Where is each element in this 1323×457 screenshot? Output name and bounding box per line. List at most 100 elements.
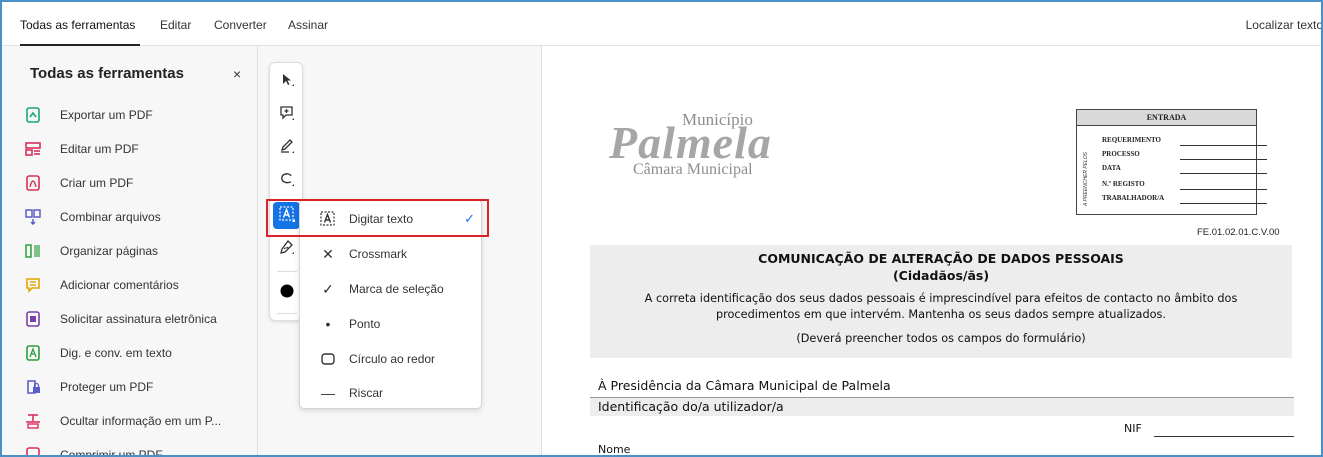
entrada-line xyxy=(1180,159,1267,160)
tool-organize-pages[interactable]: Organizar páginas xyxy=(24,237,254,265)
tool-create-pdf[interactable]: Criar um PDF xyxy=(24,169,254,197)
menu-item-strike[interactable]: — Riscar xyxy=(300,376,483,410)
section-bar: Identificação do/a utilizador/a xyxy=(590,397,1294,416)
entrada-row: TRABALHADOR/A xyxy=(1102,194,1165,202)
pen-icon xyxy=(279,138,295,157)
tool-redact[interactable]: Ocultar informação em um P... xyxy=(24,407,254,435)
cursor-icon xyxy=(279,72,295,91)
tab-sign[interactable]: Assinar xyxy=(288,18,328,32)
strike-icon: — xyxy=(321,385,335,401)
tool-label: Exportar um PDF xyxy=(60,108,153,122)
entrada-line xyxy=(1180,203,1267,204)
form-header-block: COMUNICAÇÃO DE ALTERAÇÃO DE DADOS PESSOA… xyxy=(590,245,1292,358)
tool-label: Dig. e conv. em texto xyxy=(60,346,172,360)
addressee: À Presidência da Câmara Municipal de Pal… xyxy=(598,378,891,393)
highlight-tool-button[interactable] xyxy=(273,134,300,161)
close-panel-button[interactable]: × xyxy=(233,66,241,82)
signature-pen-icon xyxy=(279,239,295,258)
text-options-menu: Digitar texto ✓ ✕ Crossmark ✓ Marca de s… xyxy=(299,199,482,409)
name-label: Nome xyxy=(598,443,631,456)
entrada-line xyxy=(1180,173,1267,174)
form-code: FE.01.02.01.C.V.00 xyxy=(1197,227,1280,238)
menu-item-dot[interactable]: • Ponto xyxy=(300,307,483,341)
menu-item-crossmark[interactable]: ✕ Crossmark xyxy=(300,237,483,271)
form-subtitle: (Cidadãos/ãs) xyxy=(892,268,990,283)
tool-protect-pdf[interactable]: Proteger um PDF xyxy=(24,373,254,401)
tab-edit[interactable]: Editar xyxy=(160,18,191,32)
menu-item-label: Marca de seleção xyxy=(349,282,444,296)
circle-icon xyxy=(317,353,339,365)
menu-item-label: Digitar texto xyxy=(349,212,414,226)
entrada-row: PROCESSO xyxy=(1102,150,1140,158)
entrada-row: REQUERIMENTO xyxy=(1102,136,1161,144)
entrada-box: ENTRADA A PREENCHER PELOS REQUERIMENTO P… xyxy=(1076,109,1267,215)
top-tab-bar: Todas as ferramentas Editar Converter As… xyxy=(2,2,1321,46)
add-comment-tool-button[interactable] xyxy=(273,101,300,128)
nif-field[interactable] xyxy=(1154,436,1294,437)
panel-title: Todas as ferramentas xyxy=(30,65,184,82)
menu-item-label: Crossmark xyxy=(349,247,408,261)
all-tools-panel: Todas as ferramentas × Exportar um PDF E… xyxy=(2,46,258,455)
menu-item-type-text[interactable]: Digitar texto ✓ xyxy=(300,202,483,236)
export-pdf-icon xyxy=(24,106,42,124)
tool-label: Combinar arquivos xyxy=(60,210,161,224)
combine-files-icon xyxy=(24,208,42,226)
menu-item-label: Riscar xyxy=(349,386,384,400)
tool-label: Solicitar assinatura eletrônica xyxy=(60,312,217,326)
entrada-row: N.º REGISTO xyxy=(1102,180,1145,188)
select-tool-button[interactable] xyxy=(273,68,300,95)
menu-item-circle[interactable]: Círculo ao redor xyxy=(300,342,483,376)
organize-pages-icon xyxy=(24,242,42,260)
freehand-icon xyxy=(279,171,295,190)
tool-combine-files[interactable]: Combinar arquivos xyxy=(24,203,254,231)
dot-icon: • xyxy=(325,316,331,332)
menu-item-label: Círculo ao redor xyxy=(349,352,436,366)
draw-tool-button[interactable] xyxy=(273,167,300,194)
tool-request-signature[interactable]: Solicitar assinatura eletrônica xyxy=(24,305,254,333)
text-box-icon xyxy=(278,205,296,226)
text-box-icon xyxy=(317,210,339,228)
sign-tool-button[interactable] xyxy=(273,235,300,262)
redact-icon xyxy=(24,412,42,430)
tool-add-comment[interactable]: Adicionar comentários xyxy=(24,271,254,299)
scan-ocr-icon xyxy=(24,344,42,362)
tool-compress-pdf[interactable]: Comprimir um PDF xyxy=(24,441,254,455)
tool-edit-pdf[interactable]: Editar um PDF xyxy=(24,135,254,163)
tool-export-pdf[interactable]: Exportar um PDF xyxy=(24,101,254,129)
add-comment-icon xyxy=(24,276,42,294)
logo-camara: Câmara Municipal xyxy=(633,161,753,178)
form-intro-line-2: procedimentos em que intervém. Mantenha … xyxy=(715,308,1167,321)
color-picker-button[interactable] xyxy=(273,279,300,306)
entrada-line xyxy=(1180,189,1267,190)
document-viewer[interactable]: Município Palmela Câmara Municipal ENTRA… xyxy=(542,46,1321,456)
tool-label: Organizar páginas xyxy=(60,244,159,258)
entrada-line xyxy=(1180,145,1267,146)
tool-scan-ocr[interactable]: Dig. e conv. em texto xyxy=(24,339,254,367)
compress-pdf-icon xyxy=(24,446,42,455)
tab-convert[interactable]: Converter xyxy=(214,18,267,32)
request-signature-icon xyxy=(24,310,42,328)
entrada-row: DATA xyxy=(1102,164,1121,172)
protect-pdf-icon xyxy=(24,378,42,396)
form-intro-line-1: A correta identificação dos seus dados p… xyxy=(644,292,1238,305)
cross-icon: ✕ xyxy=(322,245,334,262)
tool-label: Adicionar comentários xyxy=(60,278,179,292)
toolbar-divider xyxy=(277,271,297,272)
tool-label: Proteger um PDF xyxy=(60,380,154,394)
form-title: COMUNICAÇÃO DE ALTERAÇÃO DE DADOS PESSOA… xyxy=(758,251,1124,266)
entrada-side-label: A PREENCHER PELOS xyxy=(1083,152,1089,206)
nif-label: NIF xyxy=(1124,422,1142,435)
menu-item-label: Ponto xyxy=(349,317,381,331)
menu-item-checkmark[interactable]: ✓ Marca de seleção xyxy=(300,272,483,306)
tool-label: Editar um PDF xyxy=(60,142,139,156)
form-instruction: (Deverá preencher todos os campos do for… xyxy=(796,332,1086,345)
comment-plus-icon xyxy=(279,105,295,124)
tool-label: Ocultar informação em um P... xyxy=(60,414,222,428)
tool-label: Criar um PDF xyxy=(60,176,134,190)
fill-sign-toolbar xyxy=(269,62,303,321)
find-text-button[interactable]: Localizar texto xyxy=(1246,18,1321,32)
color-swatch-icon xyxy=(279,283,295,302)
add-text-tool-button[interactable] xyxy=(273,202,300,229)
tab-all-tools[interactable]: Todas as ferramentas xyxy=(20,18,135,32)
section-title: Identificação do/a utilizador/a xyxy=(598,399,784,414)
